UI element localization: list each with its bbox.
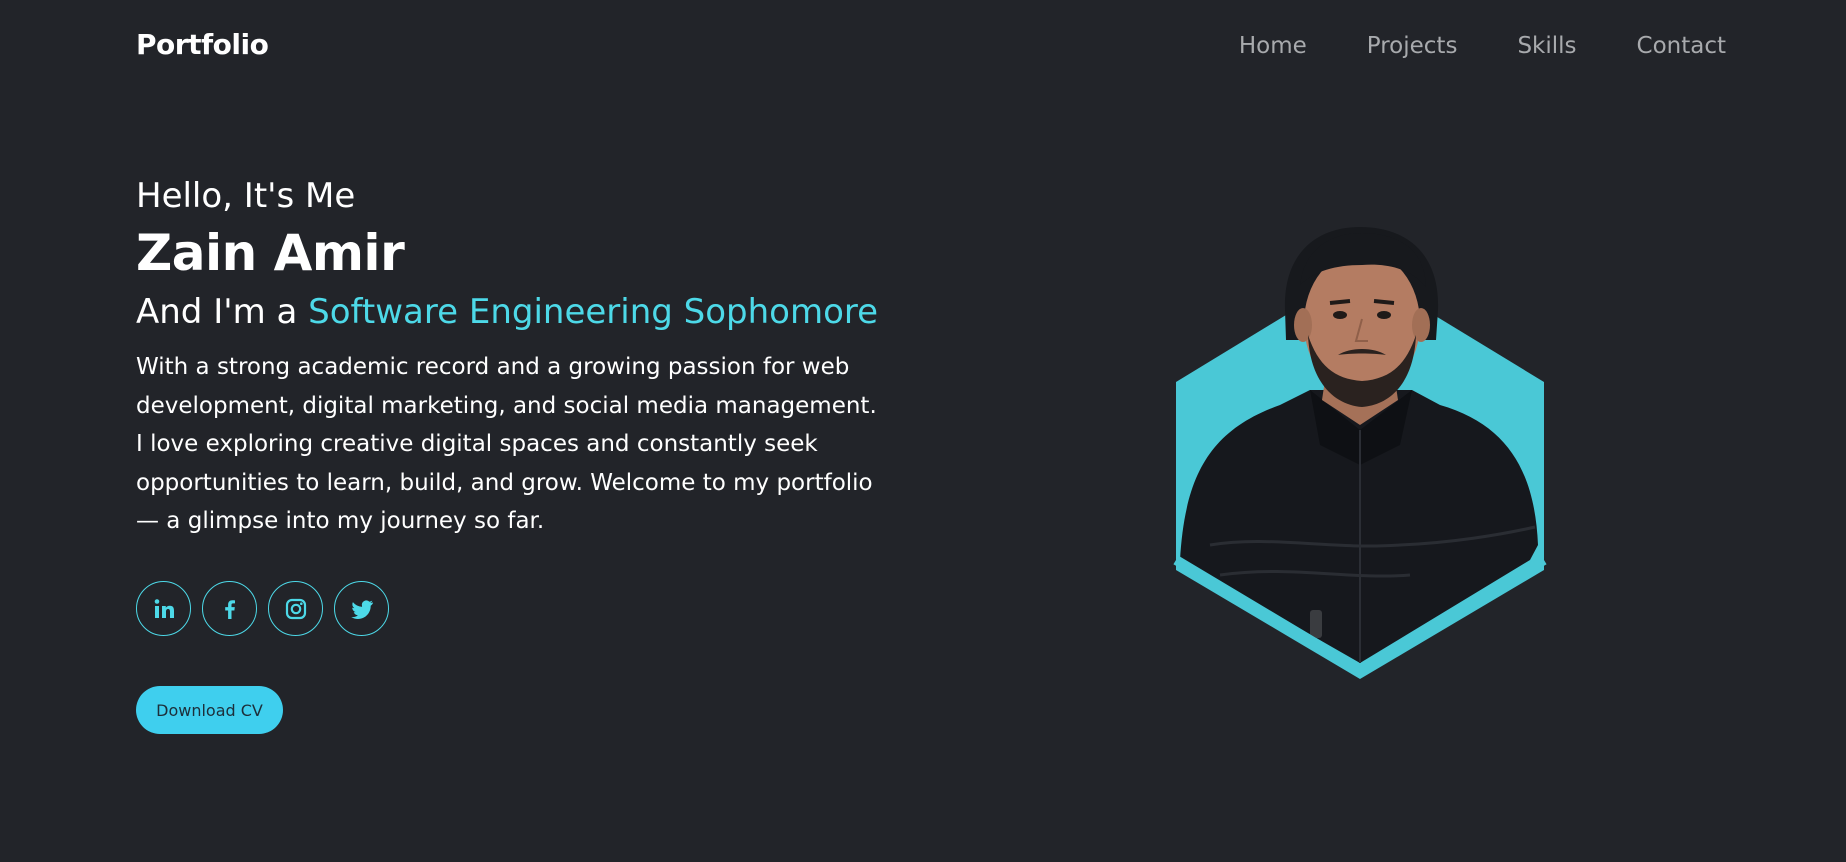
hero-greeting: Hello, It's Me <box>136 176 356 216</box>
hero-role-prefix: And I'm a <box>136 292 309 332</box>
twitter-button[interactable] <box>334 581 389 636</box>
instagram-icon <box>285 598 306 619</box>
instagram-button[interactable] <box>268 581 323 636</box>
hero-bio: With a strong academic record and a grow… <box>136 354 877 534</box>
hero-section: Hello, It's Me Zain Amir And I'm a Softw… <box>136 170 896 541</box>
main-nav: Home Projects Skills Contact <box>1239 33 1726 59</box>
profile-portrait <box>1173 227 1547 679</box>
nav-skills[interactable]: Skills <box>1517 33 1576 59</box>
site-header: Portfolio Home Projects Skills Contact <box>0 0 1846 95</box>
hero-role-line: And I'm a Software Engineering Sophomore <box>136 284 896 340</box>
portfolio-page: Portfolio Home Projects Skills Contact H… <box>0 0 1846 862</box>
linkedin-icon <box>154 598 174 618</box>
social-links <box>136 581 389 636</box>
hero-name: Zain Amir <box>136 224 405 282</box>
nav-home[interactable]: Home <box>1239 33 1307 59</box>
download-cv-button[interactable]: Download CV <box>136 686 283 734</box>
facebook-icon <box>224 599 235 619</box>
brand-logo[interactable]: Portfolio <box>136 28 269 61</box>
twitter-icon <box>350 599 373 619</box>
hero-role: Software Engineering Sophomore <box>308 292 879 332</box>
linkedin-button[interactable] <box>136 581 191 636</box>
nav-contact[interactable]: Contact <box>1637 33 1726 59</box>
facebook-button[interactable] <box>202 581 257 636</box>
nav-projects[interactable]: Projects <box>1367 33 1458 59</box>
